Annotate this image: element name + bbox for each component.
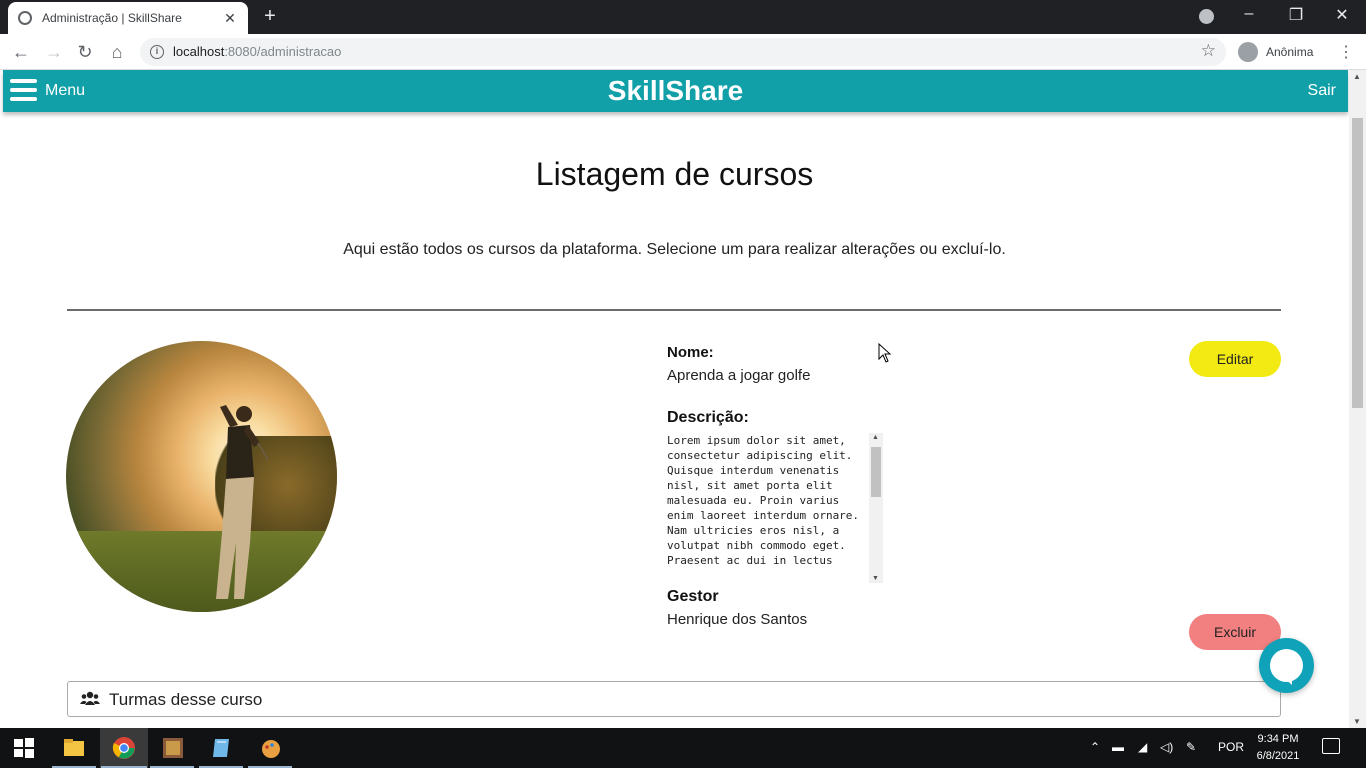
hamburger-menu-icon[interactable]: [10, 79, 37, 103]
course-name: Aprenda a jogar golfe: [667, 367, 811, 384]
clock-date: 6/8/2021: [1256, 750, 1300, 762]
page-scrollbar-thumb[interactable]: [1352, 118, 1363, 408]
course-classes-accordion[interactable]: Turmas desse curso: [67, 681, 1281, 717]
back-icon[interactable]: ←: [9, 40, 33, 64]
profile-label[interactable]: Anônima: [1266, 45, 1313, 59]
course-manager: Henrique dos Santos: [667, 611, 808, 628]
notepad-icon[interactable]: [210, 736, 234, 760]
page-scrollbar[interactable]: ▲ ▼: [1349, 70, 1366, 728]
description-scrollbar[interactable]: ▲ ▼: [869, 433, 883, 583]
pen-icon[interactable]: ✎: [1186, 740, 1196, 754]
divider: [67, 309, 1281, 311]
tab-close-icon[interactable]: ✕: [222, 10, 238, 27]
brand-logo: SkillShare: [607, 75, 744, 106]
file-explorer-icon[interactable]: [62, 736, 86, 760]
windows-start-icon[interactable]: [12, 736, 36, 760]
volume-icon[interactable]: ◁): [1160, 740, 1173, 754]
page-title: Listagem de cursos: [535, 156, 814, 192]
bookmark-star-icon[interactable]: ☆: [1201, 41, 1216, 61]
profile-icon[interactable]: [1199, 9, 1214, 24]
edit-button[interactable]: Editar: [1189, 341, 1281, 377]
desc-scroll-down-icon[interactable]: ▼: [872, 575, 879, 582]
info-icon[interactable]: i: [150, 45, 164, 59]
scroll-up-arrow-icon[interactable]: ▲: [1353, 72, 1361, 81]
network-icon[interactable]: ◢: [1138, 740, 1147, 754]
tray-device-icon[interactable]: ▬: [1112, 740, 1124, 754]
windows-taskbar: ⌃ ▬ ◢ ◁) ✎ POR 9:34 PM 6/8/2021: [0, 728, 1366, 768]
desc-scroll-up-icon[interactable]: ▲: [872, 434, 879, 441]
window-close-icon[interactable]: ✕: [1329, 5, 1355, 25]
chat-widget-button[interactable]: [1259, 638, 1314, 693]
course-description-label: Descrição:: [667, 409, 749, 426]
page-subtitle: Aqui estão todos os cursos da plataforma…: [343, 241, 1006, 258]
restore-icon[interactable]: ❐: [1283, 5, 1309, 25]
taskbar-clock[interactable]: 9:34 PM 6/8/2021: [1250, 731, 1306, 765]
logout-link[interactable]: Sair: [1308, 82, 1336, 100]
scroll-down-arrow-icon[interactable]: ▼: [1353, 717, 1361, 726]
incognito-icon[interactable]: [1238, 42, 1258, 62]
mouse-cursor-icon: [878, 343, 892, 363]
browser-menu-icon[interactable]: ⋮: [1338, 42, 1354, 62]
menu-label[interactable]: Menu: [45, 82, 85, 100]
description-scrollbar-thumb[interactable]: [871, 447, 881, 497]
app-header: Menu SkillShare Sair: [3, 70, 1348, 112]
course-manager-label: Gestor: [667, 588, 719, 605]
forward-icon[interactable]: →: [42, 40, 66, 64]
course-name-label: Nome:: [667, 344, 714, 361]
address-bar[interactable]: i localhost:8080/administracao ☆: [140, 38, 1226, 66]
course-image: [66, 341, 337, 612]
chrome-icon[interactable]: [112, 736, 136, 760]
browser-tabbar: Administração | SkillShare ✕ + – ❐ ✕: [0, 0, 1366, 34]
app-icon[interactable]: [161, 736, 185, 760]
course-classes-label: Turmas desse curso: [109, 690, 263, 709]
language-indicator[interactable]: POR: [1218, 740, 1244, 754]
users-icon: [80, 691, 100, 705]
browser-tab[interactable]: Administração | SkillShare ✕: [8, 2, 248, 34]
url-text: localhost:8080/administracao: [173, 44, 342, 59]
course-description: Lorem ipsum dolor sit amet, consectetur …: [667, 434, 860, 567]
tray-chevron-icon[interactable]: ⌃: [1090, 740, 1100, 754]
minimize-icon[interactable]: –: [1236, 5, 1262, 23]
browser-toolbar: ← → ↻ ⌂ i localhost:8080/administracao ☆…: [0, 34, 1366, 70]
course-description-box[interactable]: Lorem ipsum dolor sit amet, consectetur …: [667, 433, 883, 583]
notification-center-icon[interactable]: [1322, 738, 1340, 754]
reload-icon[interactable]: ↻: [73, 40, 97, 64]
globe-icon: [18, 11, 32, 25]
clock-time: 9:34 PM: [1257, 733, 1299, 745]
home-icon[interactable]: ⌂: [105, 40, 129, 64]
paint-icon[interactable]: [259, 736, 283, 760]
tab-title: Administração | SkillShare: [42, 11, 182, 25]
golfer-figure: [216, 405, 268, 599]
new-tab-button[interactable]: +: [259, 5, 281, 28]
